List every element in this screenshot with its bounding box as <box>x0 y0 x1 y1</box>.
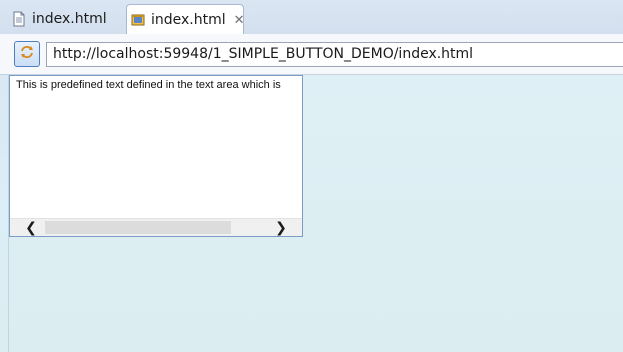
browser-icon <box>131 12 145 28</box>
refresh-icon <box>19 44 35 64</box>
scrollbar-thumb[interactable] <box>45 221 231 234</box>
refresh-button[interactable] <box>14 41 40 67</box>
tab-label: index.html <box>151 12 226 28</box>
text-area[interactable]: This is predefined text defined in the t… <box>9 75 303 237</box>
horizontal-scrollbar[interactable]: ❮ ❯ <box>10 218 302 236</box>
tab-index-html-browser[interactable]: index.html ✕ <box>126 4 245 35</box>
editor-tab-strip: index.html index.html ✕ <box>0 0 623 35</box>
url-input[interactable]: http://localhost:59948/1_SIMPLE_BUTTON_D… <box>46 42 623 67</box>
scroll-right-icon[interactable]: ❯ <box>272 219 290 236</box>
document-icon <box>12 11 26 27</box>
tab-index-html-source[interactable]: index.html <box>4 5 122 33</box>
close-icon[interactable]: ✕ <box>234 14 245 27</box>
tab-label: index.html <box>32 11 107 27</box>
scroll-left-icon[interactable]: ❮ <box>22 219 40 236</box>
text-area-content: This is predefined text defined in the t… <box>16 79 281 91</box>
